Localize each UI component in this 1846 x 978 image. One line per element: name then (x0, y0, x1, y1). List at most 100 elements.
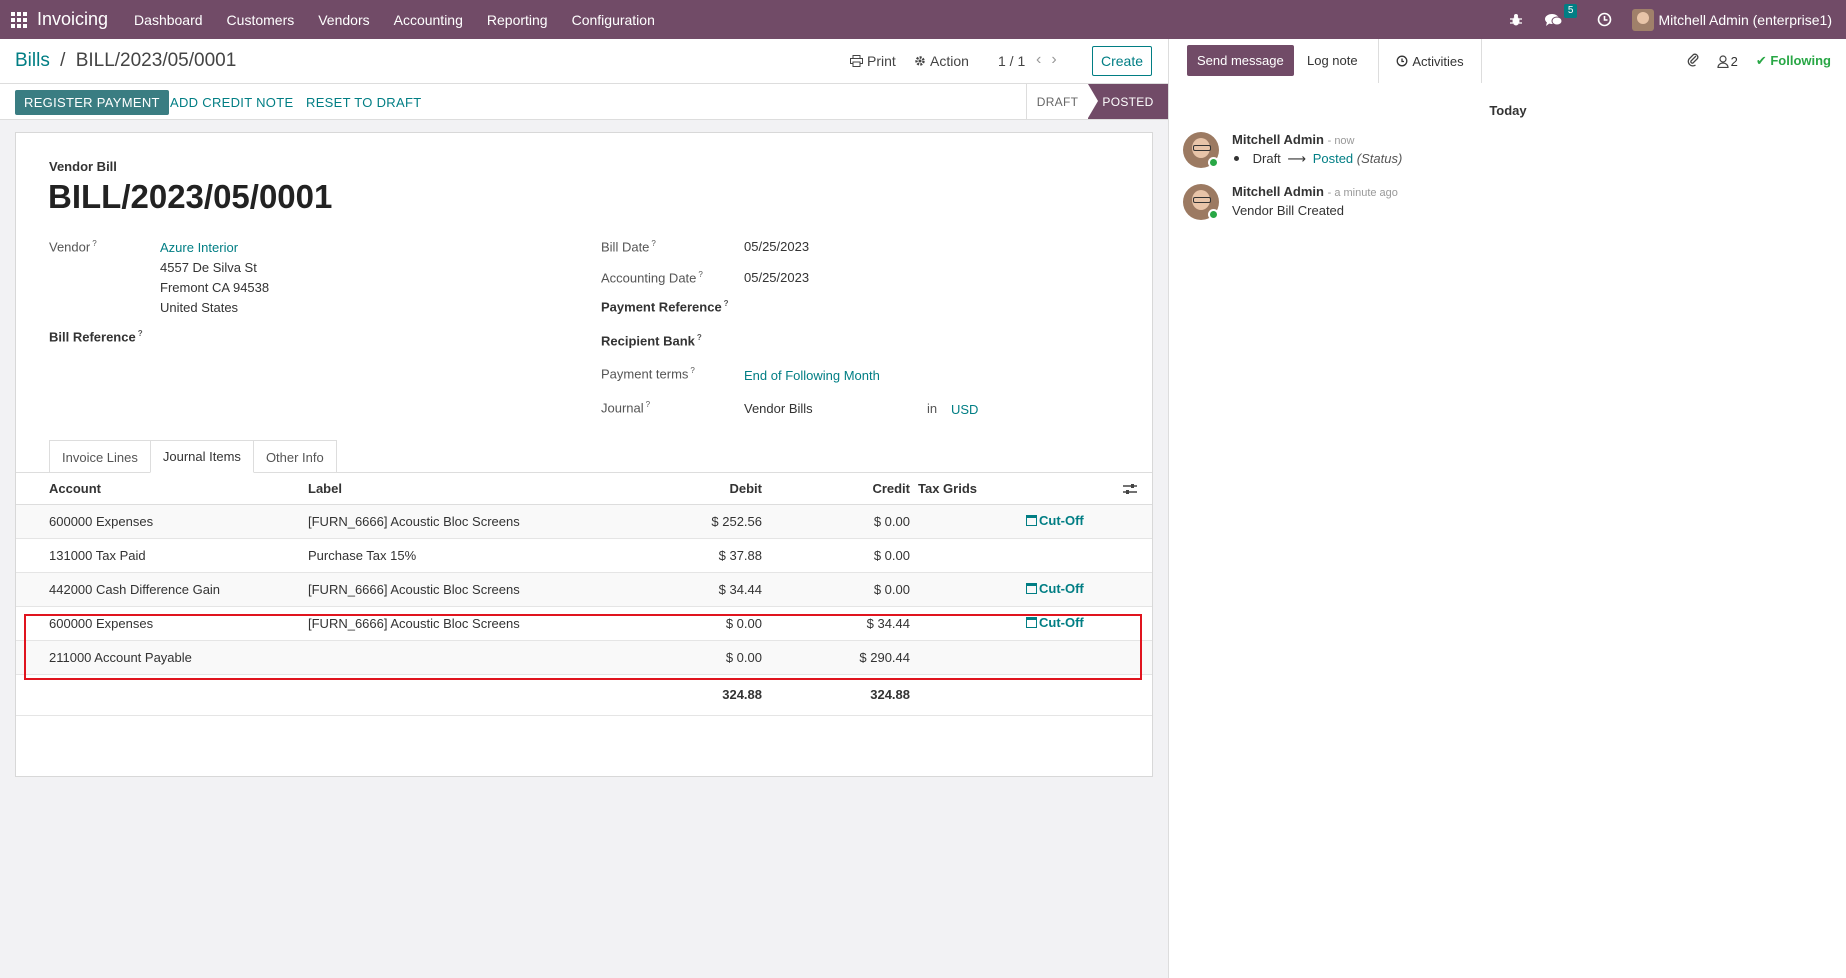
row-credit: $ 0.00 (762, 572, 910, 607)
print-icon (850, 55, 863, 67)
row-label (308, 640, 608, 675)
tab-other-info[interactable]: Other Info (252, 440, 337, 473)
col-account[interactable]: Account (49, 473, 308, 505)
journal-field[interactable]: Vendor Bills (744, 401, 813, 416)
arrow-right-icon: ⟶ (1287, 151, 1307, 166)
stage-arrow (1088, 84, 1098, 118)
bill-type-label: Vendor Bill (49, 159, 117, 174)
stage-draft[interactable]: DRAFT (1026, 84, 1088, 119)
tracking-new: Posted (1312, 151, 1354, 166)
menu-vendors[interactable]: Vendors (318, 12, 369, 28)
col-debit[interactable]: Debit (608, 473, 762, 505)
col-label[interactable]: Label (308, 473, 608, 505)
table-row[interactable]: 600000 Expenses [FURN_6666] Acoustic Blo… (16, 504, 1152, 539)
online-status-icon (1208, 209, 1219, 220)
date-separator: Today (1489, 103, 1527, 118)
row-label: [FURN_6666] Acoustic Bloc Screens (308, 606, 608, 641)
tab-invoice-lines[interactable]: Invoice Lines (49, 440, 151, 473)
row-debit: $ 252.56 (608, 504, 762, 539)
vendor-address-country: United States (160, 300, 239, 315)
menu-accounting[interactable]: Accounting (394, 12, 463, 28)
form-view: Bills / BILL/2023/05/0001 Print Action 1… (0, 39, 1168, 978)
check-icon: ✔ (1755, 53, 1767, 68)
tracking-old: Draft (1252, 151, 1281, 166)
bill-date-field[interactable]: 05/25/2023 (744, 239, 809, 254)
accounting-date-field[interactable]: 05/25/2023 (744, 270, 809, 285)
control-panel: Bills / BILL/2023/05/0001 Print Action 1… (0, 39, 1168, 84)
totals-row: 324.88 324.88 (16, 674, 1152, 716)
clock-icon[interactable] (1597, 12, 1612, 27)
col-tax-grids[interactable]: Tax Grids (910, 473, 1026, 505)
log-note-button[interactable]: Log note (1307, 45, 1358, 76)
chevron-left-icon[interactable]: ‹ (1036, 51, 1051, 68)
menu-dashboard[interactable]: Dashboard (134, 12, 203, 28)
form-sheet: Vendor Bill BILL/2023/05/0001 Vendor? Az… (15, 132, 1153, 777)
table-row[interactable]: 600000 Expenses [FURN_6666] Acoustic Blo… (16, 606, 1152, 641)
calendar-icon (1026, 583, 1037, 594)
action-button[interactable]: Action (914, 53, 969, 69)
vendor-field[interactable]: Azure Interior (160, 240, 238, 255)
journal-items-table: Account Label Debit Credit Tax Grids 600… (16, 473, 1152, 716)
followers-count: 2 (1730, 53, 1738, 69)
pager-value[interactable]: 1 / 1 (998, 53, 1025, 69)
total-debit: 324.88 (608, 674, 762, 716)
row-debit: $ 37.88 (608, 538, 762, 573)
message-body: Vendor Bill Created (1232, 203, 1345, 218)
message-time: - a minute ago (1327, 187, 1398, 199)
message-author: Mitchell Admin - now (1232, 132, 1355, 147)
menu-reporting[interactable]: Reporting (487, 12, 548, 28)
row-debit: $ 0.00 (608, 640, 762, 675)
payment-terms-field[interactable]: End of Following Month (744, 368, 880, 383)
chevron-right-icon[interactable]: › (1051, 51, 1066, 68)
menu-customers[interactable]: Customers (227, 12, 295, 28)
journal-label: Journal? (601, 400, 651, 416)
row-account: 211000 Account Payable (49, 640, 308, 675)
chat-icon[interactable]: 5 (1545, 3, 1578, 27)
message-author: Mitchell Admin - a minute ago (1232, 184, 1398, 199)
print-button[interactable]: Print (850, 53, 896, 69)
calendar-icon (1026, 515, 1037, 526)
bug-icon[interactable] (1509, 13, 1523, 27)
send-message-button[interactable]: Send message (1187, 45, 1294, 76)
row-label: Purchase Tax 15% (308, 538, 608, 573)
table-row[interactable]: 442000 Cash Difference Gain [FURN_6666] … (16, 572, 1152, 607)
following-button[interactable]: ✔ Following (1756, 53, 1831, 69)
print-label: Print (867, 53, 896, 69)
cutoff-button[interactable]: Cut-Off (1026, 581, 1084, 596)
table-row[interactable]: 211000 Account Payable $ 0.00 $ 290.44 (16, 640, 1152, 675)
add-credit-note-button[interactable]: ADD CREDIT NOTE (170, 90, 293, 115)
online-status-icon (1208, 157, 1219, 168)
user-menu[interactable]: Mitchell Admin (enterprise1) (1632, 8, 1832, 31)
breadcrumb-current: BILL/2023/05/0001 (75, 50, 237, 71)
payment-reference-label: Payment Reference? (601, 299, 729, 315)
row-credit: $ 0.00 (762, 504, 910, 539)
breadcrumb-bills[interactable]: Bills (15, 50, 50, 71)
journal-in-text: in (927, 401, 938, 416)
followers-button[interactable]: 2 (1716, 53, 1738, 69)
payment-terms-label: Payment terms? (601, 366, 695, 382)
row-debit: $ 0.00 (608, 606, 762, 641)
status-bar: REGISTER PAYMENT ADD CREDIT NOTE RESET T… (0, 84, 1168, 120)
activities-button[interactable]: Activities (1378, 39, 1482, 83)
currency-field[interactable]: USD (951, 402, 978, 417)
message-time: - now (1327, 135, 1355, 147)
app-name[interactable]: Invoicing (37, 9, 108, 30)
chatter-topbar: Send message Log note Activities 2 ✔ Fol… (1169, 39, 1846, 83)
apps-grid-icon[interactable] (11, 11, 27, 28)
menu-configuration[interactable]: Configuration (572, 12, 655, 28)
register-payment-button[interactable]: REGISTER PAYMENT (15, 90, 169, 115)
cutoff-button[interactable]: Cut-Off (1026, 615, 1084, 630)
reset-to-draft-button[interactable]: RESET TO DRAFT (306, 90, 421, 115)
tab-journal-items[interactable]: Journal Items (149, 440, 254, 473)
cutoff-button[interactable]: Cut-Off (1026, 513, 1084, 528)
stage-posted[interactable]: POSTED (1088, 84, 1168, 119)
create-button[interactable]: Create (1092, 46, 1152, 76)
table-row[interactable]: 131000 Tax Paid Purchase Tax 15% $ 37.88… (16, 538, 1152, 573)
paperclip-icon[interactable] (1687, 52, 1699, 70)
calendar-icon (1026, 617, 1037, 628)
optional-columns-icon[interactable] (1123, 482, 1137, 498)
messages-count-badge: 5 (1563, 3, 1578, 18)
gear-icon (915, 56, 925, 66)
col-credit[interactable]: Credit (762, 473, 910, 505)
row-label: [FURN_6666] Acoustic Bloc Screens (308, 572, 608, 607)
